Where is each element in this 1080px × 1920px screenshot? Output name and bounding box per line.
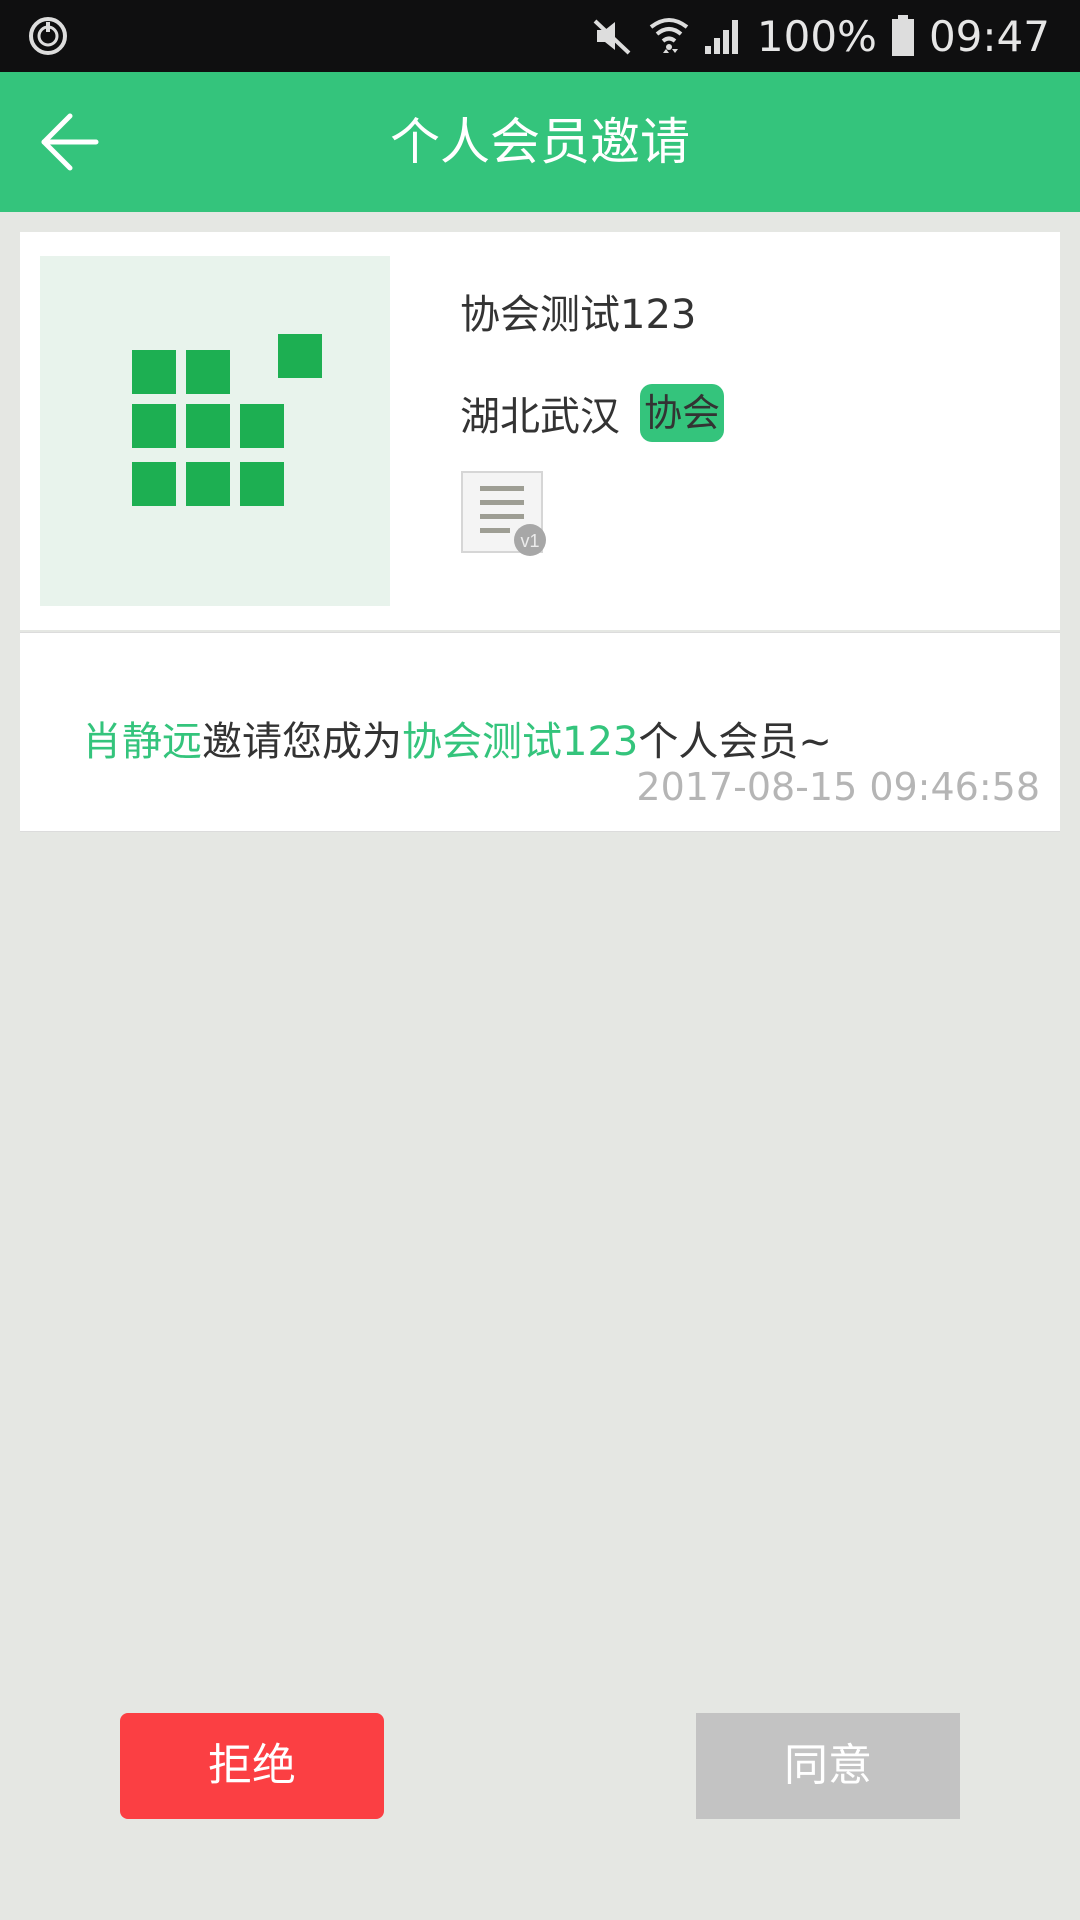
invitation-text: 肖静远邀请您成为协会测试123个人会员~ [82,709,832,767]
doc-version-badge: v1 [520,531,539,551]
invitation-timestamp: 2017-08-15 09:46:58 [636,765,1040,809]
accept-button[interactable]: 同意 [696,1713,960,1819]
battery-percentage: 100% [756,11,877,61]
invitation-org-name[interactable]: 协会测试123 [402,719,638,765]
battery-icon [891,15,915,57]
clock: 09:47 [928,11,1050,61]
title-bar: 个人会员邀请 [0,72,1080,212]
invitation-text-part2: 个人会员~ [638,719,832,765]
sync-icon [24,12,72,60]
status-bar: 100% 09:47 [0,0,1080,72]
wifi-icon [649,13,689,59]
org-region: 湖北武汉 [460,394,620,440]
org-card[interactable]: 协会测试123 湖北武汉 协会 v1 [20,232,1060,630]
back-arrow-icon [41,113,99,171]
signal-icon [703,16,743,56]
reject-button[interactable]: 拒绝 [120,1713,384,1819]
document-v1-icon[interactable]: v1 [460,470,552,560]
invitation-text-part1: 邀请您成为 [202,719,402,765]
page-title: 个人会员邀请 [390,113,690,171]
org-logo [40,256,390,606]
mute-icon [589,13,635,59]
org-name: 协会测试123 [460,292,697,338]
inviter-name[interactable]: 肖静远 [82,719,202,765]
invitation-message: 肖静远邀请您成为协会测试123个人会员~ 2017-08-15 09:46:58 [20,632,1060,832]
org-type-tag: 协会 [640,384,725,442]
back-button[interactable] [36,104,112,180]
